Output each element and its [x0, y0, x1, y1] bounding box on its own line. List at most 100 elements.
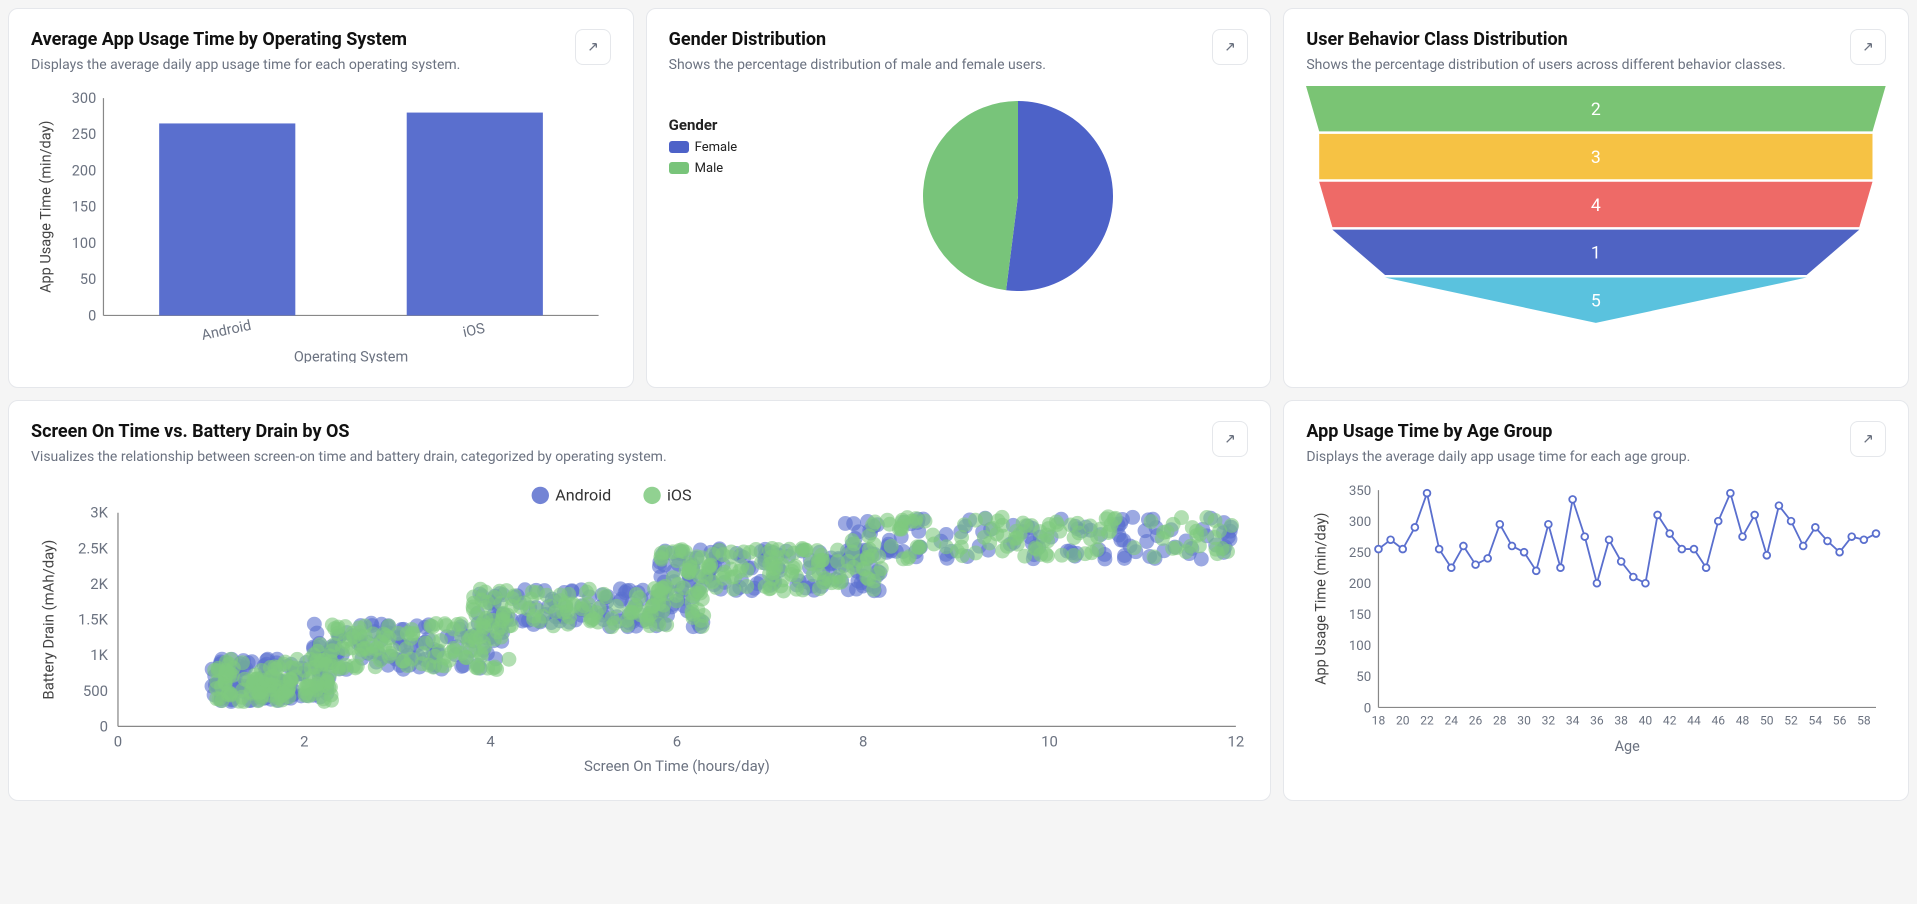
legend-swatch: [669, 162, 689, 174]
card-header: Screen On Time vs. Battery Drain by OS V…: [31, 421, 1248, 468]
svg-text:2K: 2K: [90, 575, 108, 593]
card-header: User Behavior Class Distribution Shows t…: [1306, 29, 1886, 76]
svg-text:42: 42: [1663, 713, 1677, 727]
card-subtitle: Displays the average daily app usage tim…: [31, 56, 565, 76]
svg-text:10: 10: [1041, 732, 1058, 750]
svg-text:0: 0: [1364, 701, 1371, 716]
svg-text:32: 32: [1542, 713, 1556, 727]
svg-text:26: 26: [1469, 713, 1483, 727]
svg-text:46: 46: [1712, 713, 1726, 727]
svg-text:12: 12: [1228, 732, 1245, 750]
svg-text:Screen On Time (hours/day): Screen On Time (hours/day): [584, 757, 770, 775]
svg-text:18: 18: [1372, 713, 1386, 727]
svg-text:28: 28: [1493, 713, 1507, 727]
svg-text:1.5K: 1.5K: [78, 611, 109, 629]
expand-icon: [585, 39, 601, 55]
svg-text:2: 2: [1591, 100, 1601, 120]
expand-icon: [1222, 39, 1238, 55]
scatter-chart: 0 2 4 6 8 10 12 0 500 1K 1.5K 2K 2.5K 3K Screen On Tim…: [31, 478, 1248, 780]
expand-button[interactable]: [1212, 421, 1248, 457]
pie-chart: Gender Female Male: [669, 86, 1249, 306]
svg-text:Operating System: Operating System: [294, 348, 408, 363]
expand-button[interactable]: [1850, 421, 1886, 457]
svg-text:0: 0: [100, 717, 108, 735]
svg-text:0: 0: [114, 732, 122, 750]
card-behavior: User Behavior Class Distribution Shows t…: [1283, 8, 1909, 388]
line-chart: 0501001502002503003501820222426283032343…: [1306, 478, 1886, 760]
svg-text:1K: 1K: [90, 646, 108, 664]
svg-text:250: 250: [72, 126, 96, 143]
svg-text:2.5K: 2.5K: [78, 539, 109, 557]
svg-text:50: 50: [1357, 670, 1372, 685]
card-age: App Usage Time by Age Group Displays the…: [1283, 400, 1909, 801]
svg-text:4: 4: [1591, 195, 1601, 215]
card-title: User Behavior Class Distribution: [1306, 29, 1840, 50]
card-avg-os: Average App Usage Time by Operating Syst…: [8, 8, 634, 388]
svg-text:48: 48: [1736, 713, 1750, 727]
card-scatter: Screen On Time vs. Battery Drain by OS V…: [8, 400, 1271, 801]
svg-text:100: 100: [1349, 639, 1371, 654]
card-title: App Usage Time by Age Group: [1306, 421, 1840, 442]
svg-text:150: 150: [1349, 608, 1371, 623]
svg-text:50: 50: [1760, 713, 1774, 727]
svg-text:20: 20: [1396, 713, 1410, 727]
svg-text:300: 300: [72, 90, 96, 107]
svg-text:App Usage Time (min/day): App Usage Time (min/day): [1313, 513, 1330, 685]
svg-text:0: 0: [88, 307, 96, 324]
svg-text:24: 24: [1445, 713, 1459, 727]
svg-text:2: 2: [300, 732, 308, 750]
svg-text:350: 350: [1349, 484, 1371, 499]
legend-title: Gender: [669, 116, 789, 134]
svg-text:Android: Android: [555, 485, 611, 504]
dashboard-grid: Average App Usage Time by Operating Syst…: [8, 8, 1909, 801]
svg-text:56: 56: [1833, 713, 1847, 727]
svg-text:50: 50: [80, 271, 96, 288]
expand-button[interactable]: [575, 29, 611, 65]
svg-text:500: 500: [83, 682, 108, 700]
card-subtitle: Shows the percentage distribution of mal…: [669, 56, 1203, 76]
funnel-chart: 23415: [1306, 86, 1886, 355]
legend-item-male: Male: [669, 161, 789, 176]
svg-text:36: 36: [1590, 713, 1604, 727]
card-subtitle: Visualizes the relationship between scre…: [31, 448, 1202, 468]
card-gender: Gender Distribution Shows the percentage…: [646, 8, 1272, 388]
expand-icon: [1860, 39, 1876, 55]
card-title: Average App Usage Time by Operating Syst…: [31, 29, 565, 50]
legend-label: Female: [695, 140, 737, 155]
expand-icon: [1222, 431, 1238, 447]
svg-text:3K: 3K: [90, 504, 108, 522]
svg-text:34: 34: [1566, 713, 1580, 727]
svg-text:30: 30: [1518, 713, 1532, 727]
card-subtitle: Displays the average daily app usage tim…: [1306, 448, 1840, 468]
svg-text:40: 40: [1639, 713, 1653, 727]
svg-text:150: 150: [72, 198, 96, 215]
expand-button[interactable]: [1850, 29, 1886, 65]
svg-text:Android: Android: [200, 316, 253, 343]
svg-text:200: 200: [72, 162, 96, 179]
svg-text:58: 58: [1857, 713, 1871, 727]
svg-text:5: 5: [1591, 291, 1601, 311]
svg-text:iOS: iOS: [667, 485, 692, 504]
svg-text:Battery Drain (mAh/day): Battery Drain (mAh/day): [39, 540, 57, 700]
card-title: Gender Distribution: [669, 29, 1203, 50]
card-title: Screen On Time vs. Battery Drain by OS: [31, 421, 1202, 442]
svg-text:App Usage Time (min/day): App Usage Time (min/day): [37, 120, 54, 292]
svg-text:Age: Age: [1615, 738, 1641, 755]
svg-text:52: 52: [1785, 713, 1799, 727]
svg-text:8: 8: [859, 732, 867, 750]
card-header: Gender Distribution Shows the percentage…: [669, 29, 1249, 76]
svg-text:22: 22: [1421, 713, 1435, 727]
expand-button[interactable]: [1212, 29, 1248, 65]
card-header: Average App Usage Time by Operating Syst…: [31, 29, 611, 76]
card-header: App Usage Time by Age Group Displays the…: [1306, 421, 1886, 468]
card-subtitle: Shows the percentage distribution of use…: [1306, 56, 1840, 76]
svg-text:6: 6: [673, 732, 681, 750]
svg-text:iOS: iOS: [461, 319, 487, 340]
svg-text:250: 250: [1349, 546, 1371, 561]
svg-text:300: 300: [1349, 515, 1371, 530]
legend-label: Male: [695, 161, 723, 176]
svg-text:4: 4: [486, 732, 495, 750]
legend-swatch: [669, 141, 689, 153]
svg-text:54: 54: [1809, 713, 1823, 727]
svg-text:3: 3: [1591, 147, 1601, 167]
